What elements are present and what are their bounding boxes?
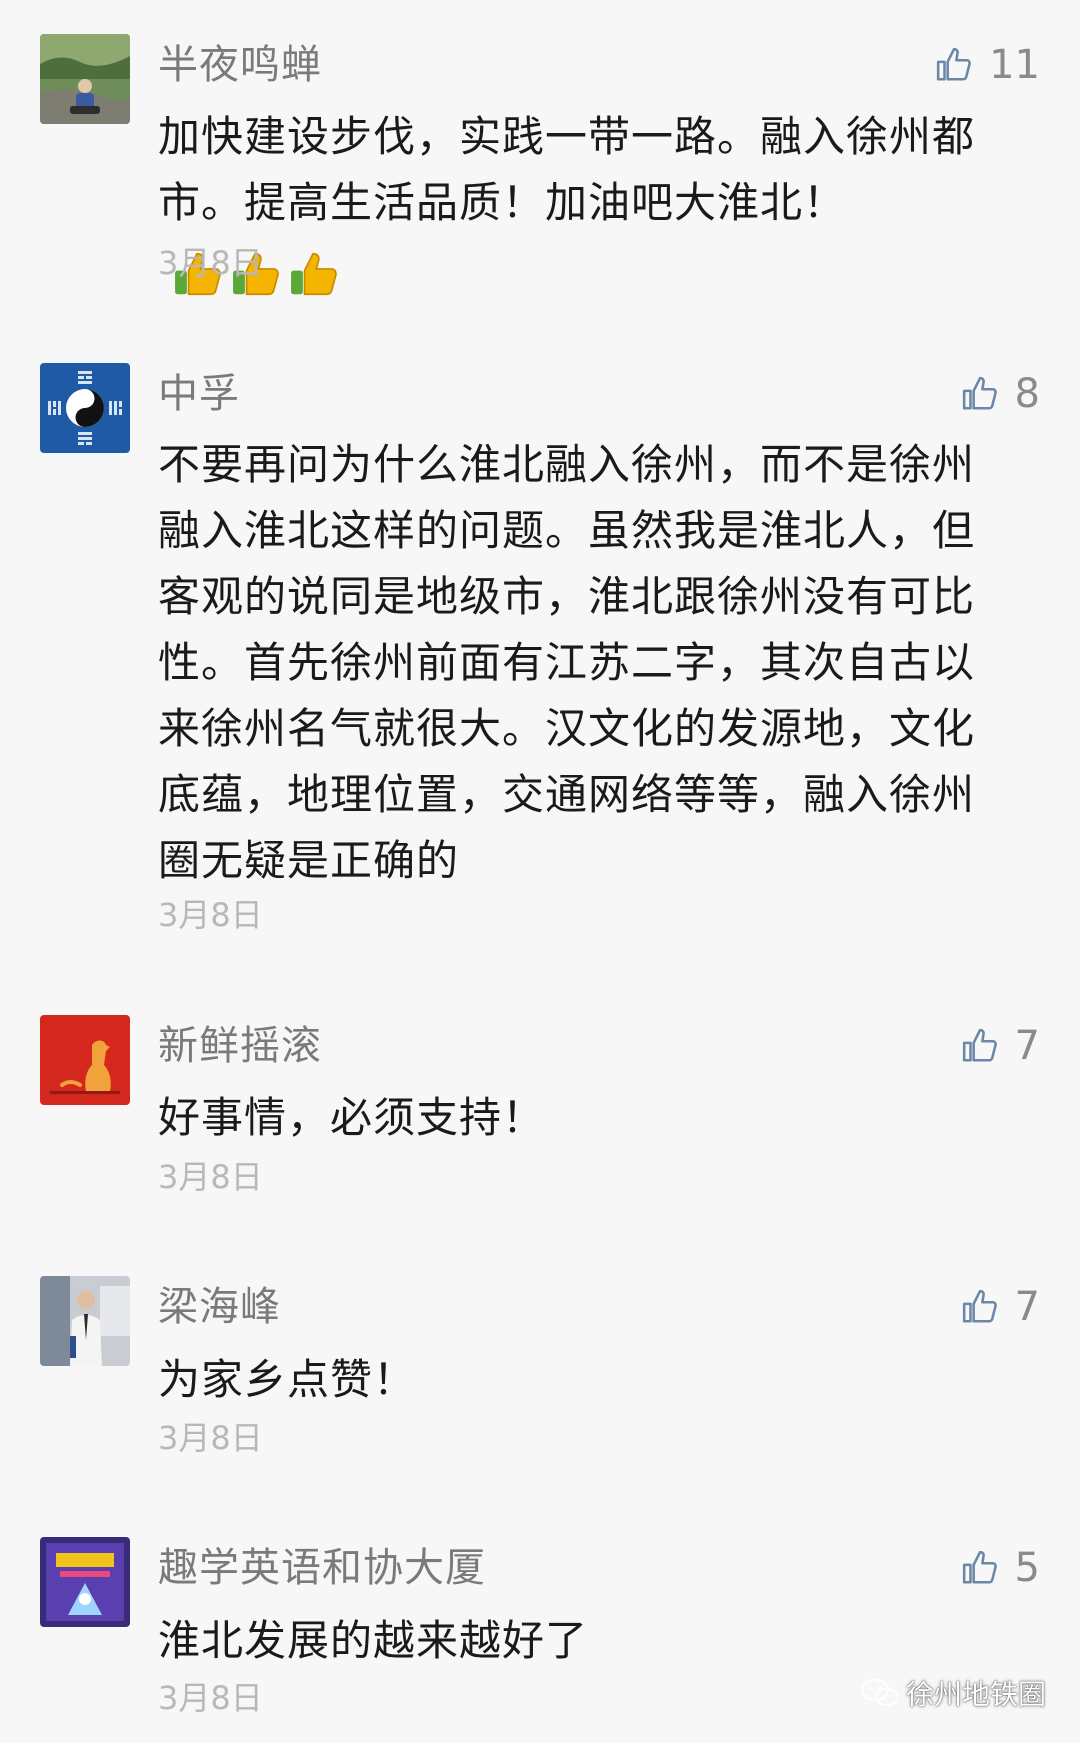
thumbs-up-icon bbox=[962, 1028, 997, 1062]
person-photo-image bbox=[40, 1276, 130, 1366]
comment-date: 3月8日 bbox=[158, 244, 263, 282]
thumbs-up-icon bbox=[962, 1289, 997, 1323]
like-count: 7 bbox=[1014, 1023, 1040, 1069]
like-button[interactable]: 7 bbox=[961, 1021, 1040, 1071]
like-count: 8 bbox=[1014, 371, 1040, 417]
like-count: 11 bbox=[989, 42, 1040, 88]
like-button[interactable]: 5 bbox=[961, 1543, 1040, 1593]
comment-text: 为家乡点赞！ bbox=[158, 1355, 417, 1404]
like-button[interactable]: 11 bbox=[935, 40, 1040, 90]
avatar[interactable] bbox=[40, 363, 130, 453]
comment-text: 加快建设步伐，实践一带一路。融入徐州都市。提高生活品质！加油吧大淮北！ bbox=[158, 112, 976, 227]
comment-date: 3月8日 bbox=[158, 1679, 263, 1717]
poster-image bbox=[40, 1537, 130, 1627]
nickname[interactable]: 趣学英语和协大厦 bbox=[158, 1543, 486, 1593]
watermark: 徐州地铁圈 bbox=[860, 1673, 1046, 1713]
comment-date: 3月8日 bbox=[158, 1419, 263, 1457]
thumbs-up-icon bbox=[962, 376, 997, 410]
yin-yang-icon bbox=[40, 363, 130, 453]
avatar[interactable] bbox=[40, 1015, 130, 1105]
nickname[interactable]: 梁海峰 bbox=[158, 1282, 281, 1332]
comment-date: 3月8日 bbox=[158, 896, 263, 934]
comment-text: 淮北发展的越来越好了 bbox=[158, 1616, 589, 1665]
dog-silhouette-icon bbox=[40, 1015, 130, 1105]
nickname[interactable]: 半夜鸣蝉 bbox=[158, 40, 322, 90]
avatar[interactable] bbox=[40, 1537, 130, 1627]
thumbs-up-icon bbox=[962, 1550, 997, 1584]
thumbs-up-icon bbox=[936, 47, 971, 81]
like-count: 5 bbox=[1014, 1545, 1040, 1591]
like-button[interactable]: 8 bbox=[961, 369, 1040, 419]
comment-text: 好事情，必须支持！ bbox=[158, 1093, 546, 1142]
like-button[interactable]: 7 bbox=[961, 1282, 1040, 1332]
avatar[interactable] bbox=[40, 1276, 130, 1366]
comment-text: 不要再问为什么淮北融入徐州，而不是徐州融入淮北这样的问题。虽然我是淮北人，但客观… bbox=[158, 440, 976, 885]
like-count: 7 bbox=[1014, 1284, 1040, 1330]
thumbs-up-emoji-icon bbox=[291, 252, 337, 296]
nickname[interactable]: 中孚 bbox=[158, 369, 240, 419]
comment-text-container: 加快建设步伐，实践一带一路。融入徐州都市。提高生活品质！加油吧大淮北！ bbox=[158, 104, 1008, 305]
watermark-text: 徐州地铁圈 bbox=[905, 1678, 1046, 1711]
comment-date: 3月8日 bbox=[158, 1158, 263, 1196]
avatar-landscape-image bbox=[40, 34, 130, 124]
nickname[interactable]: 新鲜摇滚 bbox=[158, 1021, 322, 1071]
avatar[interactable] bbox=[40, 34, 130, 124]
wechat-icon bbox=[860, 1679, 899, 1706]
